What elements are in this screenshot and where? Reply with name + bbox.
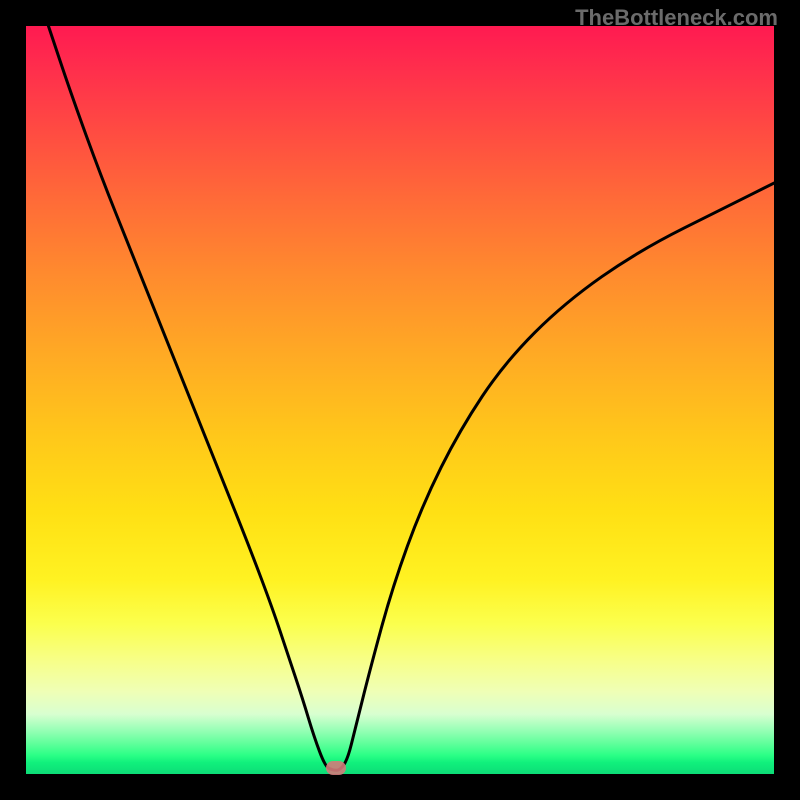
optimal-point-marker: [326, 761, 346, 775]
chart-frame: TheBottleneck.com: [0, 0, 800, 800]
bottleneck-curve: [48, 26, 774, 770]
watermark-text: TheBottleneck.com: [575, 5, 778, 31]
plot-area: [26, 26, 774, 774]
curve-svg: [26, 26, 774, 774]
